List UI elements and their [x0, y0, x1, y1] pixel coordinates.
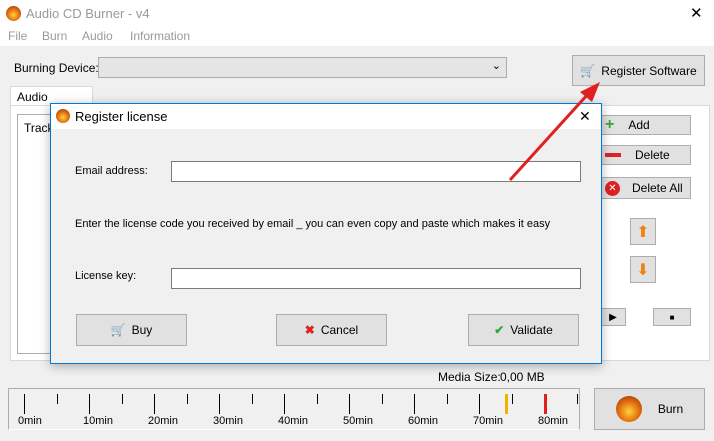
annotation-arrow — [508, 82, 600, 182]
